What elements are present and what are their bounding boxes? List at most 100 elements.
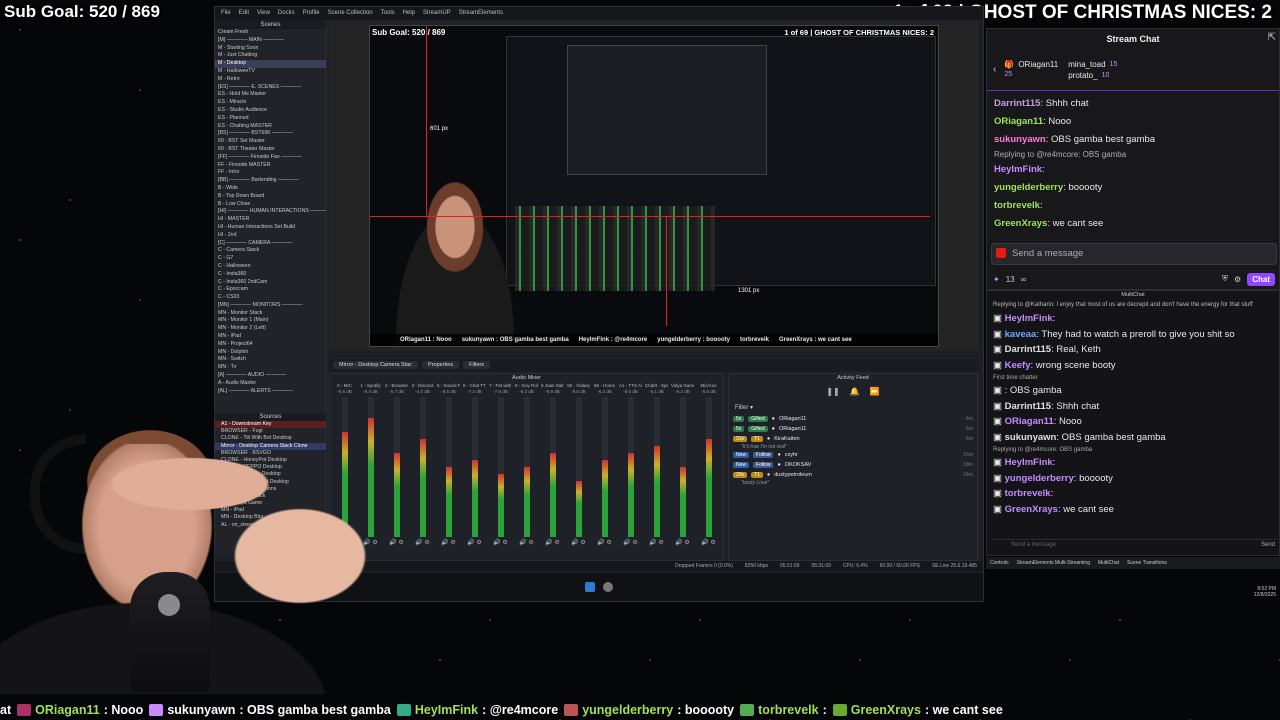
volume-meter[interactable] bbox=[445, 397, 452, 537]
scene-item[interactable]: B - Wide bbox=[215, 185, 326, 193]
menu-item-help[interactable]: Help bbox=[403, 10, 415, 17]
mute-icon[interactable]: 🔊 ⚙ bbox=[493, 539, 508, 546]
menu-item-view[interactable]: View bbox=[257, 10, 270, 17]
mute-icon[interactable]: 🔊 ⚙ bbox=[467, 539, 482, 546]
scene-item[interactable]: C - Halloween bbox=[215, 263, 326, 271]
scene-item[interactable]: [HI] ———— HUMAN INTERACTIONS ———— bbox=[215, 208, 326, 216]
shield-icon[interactable]: ⛨ bbox=[1222, 274, 1228, 284]
mute-icon[interactable]: 🔊 ⚙ bbox=[623, 539, 638, 546]
scene-item[interactable]: MN - Tv bbox=[215, 364, 326, 372]
scene-item[interactable]: [C] ———— CAMERA ———— bbox=[215, 240, 326, 248]
volume-meter[interactable] bbox=[471, 397, 478, 537]
scene-item[interactable]: M - Desktop bbox=[215, 60, 326, 68]
feed-row[interactable]: 31x T1 ● KiraKaiten 6m bbox=[729, 434, 977, 444]
scene-item[interactable]: ES - Chatting MASTER bbox=[215, 123, 326, 131]
multichat-username[interactable]: ORiagan11 bbox=[1005, 416, 1054, 427]
obs-preview[interactable]: Sub Goal: 520 / 869 1 of 69 | GHOST OF C… bbox=[329, 21, 979, 351]
chat-username[interactable]: GreenXrays bbox=[994, 218, 1047, 229]
feed-row[interactable]: 5x Gifted ● ORiagan11 4m bbox=[729, 414, 977, 424]
scene-item[interactable]: [MN] ———— MONITORS ———— bbox=[215, 302, 326, 310]
channel-points-icon[interactable]: ✦ bbox=[993, 275, 1000, 284]
scene-item[interactable]: [AL] ———— ALERTS ———— bbox=[215, 388, 326, 396]
volume-meter[interactable] bbox=[705, 397, 712, 537]
gear-icon[interactable]: ⚙ bbox=[1234, 275, 1241, 284]
windows-start-icon[interactable] bbox=[585, 582, 595, 592]
volume-meter[interactable] bbox=[419, 397, 426, 537]
multichat-username[interactable]: sukunyawn bbox=[1005, 432, 1057, 443]
scene-item[interactable]: B - Low Close bbox=[215, 201, 326, 209]
menu-item-edit[interactable]: Edit bbox=[239, 10, 249, 17]
dock-tab[interactable]: MultiChat bbox=[1098, 560, 1119, 566]
volume-meter[interactable] bbox=[679, 397, 686, 537]
scene-item[interactable]: MN - iPad bbox=[215, 333, 326, 341]
scene-item[interactable]: A - Audio Master bbox=[215, 380, 326, 388]
chat-username[interactable]: sukunyawn bbox=[994, 134, 1046, 145]
volume-meter[interactable] bbox=[523, 397, 530, 537]
scene-item[interactable]: C - CS03 bbox=[215, 294, 326, 302]
multichat-username[interactable]: HeyImFink bbox=[1005, 457, 1053, 468]
mute-icon[interactable]: 🔊 ⚙ bbox=[571, 539, 586, 546]
scene-item[interactable]: MN - Monitor 1 (Main) bbox=[215, 317, 326, 325]
menu-item-file[interactable]: File bbox=[221, 10, 231, 17]
chat-username[interactable]: torbrevelk bbox=[994, 200, 1040, 211]
multichat-input[interactable]: Send a message Send bbox=[991, 539, 1277, 551]
scene-item[interactable]: C - G7 bbox=[215, 255, 326, 263]
scene-item[interactable]: [BB] ———— Bartending ———— bbox=[215, 177, 326, 185]
chat-username[interactable]: HeyImFink bbox=[994, 164, 1042, 175]
multichat-username[interactable]: HeyImFink bbox=[1005, 313, 1053, 324]
volume-meter[interactable] bbox=[627, 397, 634, 537]
scene-item[interactable]: ES - Studio Audience bbox=[215, 107, 326, 115]
chat-username[interactable]: yungelderberry bbox=[994, 182, 1063, 193]
tab-filters[interactable]: Filters bbox=[463, 361, 491, 369]
mute-icon[interactable]: 🔊 ⚙ bbox=[545, 539, 560, 546]
scene-item[interactable]: HI - Human Interactions Set Build bbox=[215, 224, 326, 232]
multichat-send-button[interactable]: Send bbox=[1261, 542, 1275, 548]
scene-item[interactable]: [A] ———— AUDIO ———— bbox=[215, 372, 326, 380]
scene-item[interactable]: MN - Switch bbox=[215, 356, 326, 364]
tab-properties[interactable]: Properties bbox=[422, 361, 460, 369]
scene-item[interactable]: [FF] ———— Fireside Fan ———— bbox=[215, 154, 326, 162]
volume-meter[interactable] bbox=[653, 397, 660, 537]
scene-item[interactable]: MN - Monitor Stack bbox=[215, 310, 326, 318]
scene-item[interactable]: MN - Monitor 2 (Left) bbox=[215, 325, 326, 333]
multichat-username[interactable]: kaveaa bbox=[1005, 329, 1037, 340]
scene-item[interactable]: FF - Intro bbox=[215, 169, 326, 177]
multichat-username[interactable]: Darrint115 bbox=[1005, 344, 1051, 355]
feed-row[interactable]: New Follow ● cxyhr 16m bbox=[729, 450, 977, 460]
scene-item[interactable]: [BS] ———— BST69K ———— bbox=[215, 130, 326, 138]
dock-tab[interactable]: Scene Transitions bbox=[1127, 560, 1167, 566]
mute-icon[interactable]: 🔊 ⚙ bbox=[649, 539, 664, 546]
multichat-username[interactable]: Darrint115 bbox=[1005, 401, 1051, 412]
scene-item[interactable]: M - HalloweeTV bbox=[215, 68, 326, 76]
scene-item[interactable]: FF - Fireside MASTER bbox=[215, 162, 326, 170]
scene-item[interactable]: M - Starting Soon bbox=[215, 45, 326, 53]
obs-taskbar-icon[interactable] bbox=[603, 582, 613, 592]
multichat-username[interactable]: GreenXrays bbox=[1005, 504, 1058, 515]
mute-icon[interactable]: 🔊 ⚙ bbox=[415, 539, 430, 546]
tab-scene-name[interactable]: Mirror - Desktop Camera Stac bbox=[333, 361, 419, 369]
feed-row[interactable]: New Follow ● OKOKSAV 18m bbox=[729, 460, 977, 470]
pause-icon[interactable]: ❚❚ bbox=[826, 387, 839, 396]
chat-send-button[interactable]: Chat bbox=[1247, 272, 1275, 286]
skip-icon[interactable]: ⏩ bbox=[870, 387, 880, 396]
feed-filter[interactable]: Filter ▾ bbox=[729, 401, 977, 414]
menu-item-streamup[interactable]: StreamUP bbox=[423, 10, 451, 17]
scene-item[interactable]: MN - Dolphin bbox=[215, 349, 326, 357]
feed-row[interactable]: 5x Gifted ● ORiagan11 5m bbox=[729, 424, 977, 434]
scene-item[interactable]: C - Insta360 bbox=[215, 271, 326, 279]
scene-item[interactable]: Cream Fresh bbox=[215, 29, 326, 37]
multichat-username[interactable]: torbrevelk bbox=[1005, 488, 1051, 499]
menu-item-tools[interactable]: Tools bbox=[381, 10, 395, 17]
scene-item[interactable]: M - Retro bbox=[215, 76, 326, 84]
mute-icon[interactable]: 🔊 ⚙ bbox=[597, 539, 612, 546]
scene-item[interactable]: HI - MASTER bbox=[215, 216, 326, 224]
scene-item[interactable]: C - Insta360 2ndCam bbox=[215, 279, 326, 287]
chevron-left-icon[interactable]: ‹ bbox=[993, 64, 996, 75]
scene-item[interactable]: C - Camera Stack bbox=[215, 247, 326, 255]
chat-username[interactable]: ORiagan11 bbox=[994, 116, 1043, 127]
bell-icon[interactable]: 🔔 bbox=[850, 387, 860, 396]
volume-meter[interactable] bbox=[497, 397, 504, 537]
mute-icon[interactable]: 🔊 ⚙ bbox=[441, 539, 456, 546]
scene-item[interactable]: ES - Planned bbox=[215, 115, 326, 123]
multichat-username[interactable]: Keefy bbox=[1005, 360, 1031, 371]
